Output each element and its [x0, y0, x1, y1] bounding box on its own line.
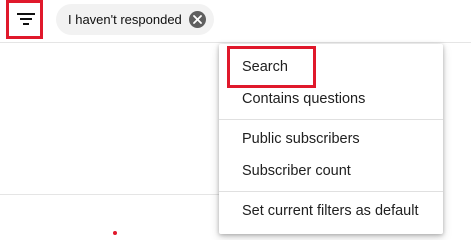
close-x-glyph: [192, 15, 202, 24]
filter-bar: I haven't responded: [0, 0, 471, 43]
filter-chip-not-responded[interactable]: I haven't responded: [56, 4, 214, 35]
filter-button[interactable]: [9, 1, 43, 37]
menu-item-public-subscribers[interactable]: Public subscribers: [219, 124, 443, 154]
filter-menu: Search Contains questions Public subscri…: [219, 44, 443, 234]
filter-chip-label: I haven't responded: [68, 12, 182, 27]
menu-item-search[interactable]: Search: [219, 52, 443, 82]
menu-item-contains-questions[interactable]: Contains questions: [219, 84, 443, 114]
menu-divider: [219, 191, 443, 192]
filter-icon: [17, 13, 35, 25]
close-circle-icon[interactable]: [188, 11, 206, 28]
menu-divider: [219, 119, 443, 120]
indicator-dot: [113, 231, 117, 235]
menu-item-set-default-filters[interactable]: Set current filters as default: [219, 196, 443, 226]
content-divider: [0, 194, 220, 195]
menu-item-subscriber-count[interactable]: Subscriber count: [219, 156, 443, 186]
